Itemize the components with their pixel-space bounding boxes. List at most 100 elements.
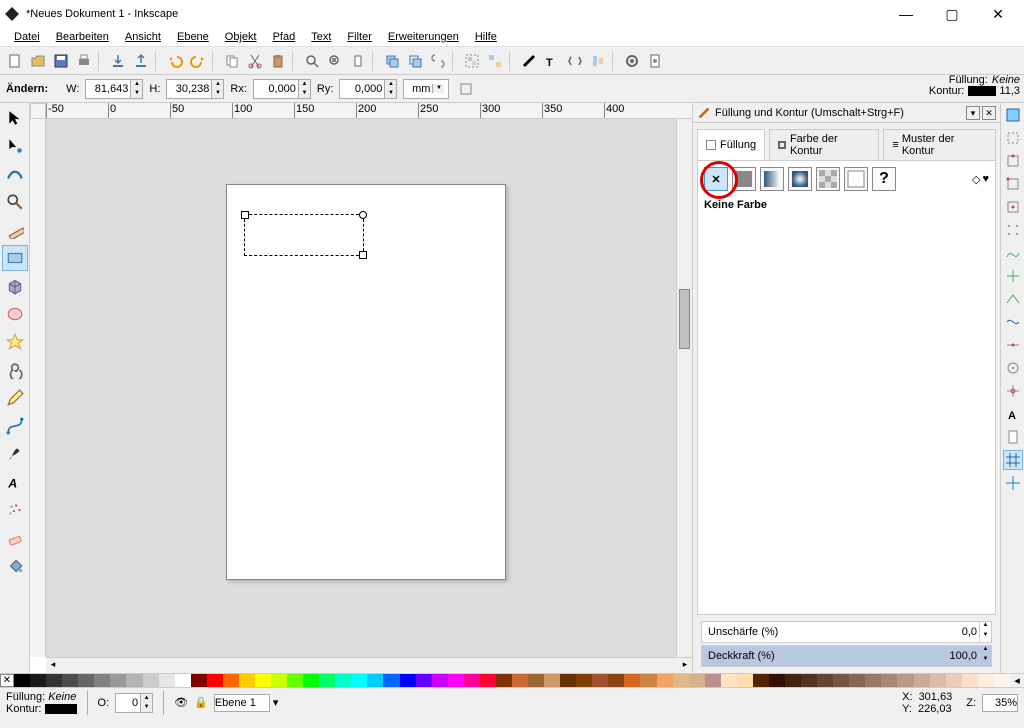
palette-swatch[interactable] <box>303 674 319 687</box>
palette-swatch[interactable] <box>239 674 255 687</box>
prefs-icon[interactable] <box>621 50 643 72</box>
snap-rotation-icon[interactable] <box>1003 381 1023 401</box>
unit-select[interactable]: ▼ <box>403 79 449 99</box>
snap-bbox-icon[interactable] <box>1003 128 1023 148</box>
spray-tool-icon[interactable] <box>2 497 28 523</box>
palette-swatch[interactable] <box>175 674 191 687</box>
palette-swatch[interactable] <box>705 674 721 687</box>
snap-bbox-edge-icon[interactable] <box>1003 151 1023 171</box>
palette-swatch[interactable] <box>946 674 962 687</box>
eraser-tool-icon[interactable] <box>2 525 28 551</box>
ruler-vertical[interactable] <box>30 119 46 657</box>
height-input[interactable]: ▲▼ <box>166 79 224 99</box>
print-icon[interactable] <box>73 50 95 72</box>
tab-stroke-style[interactable]: ≡Muster der Kontur <box>883 129 996 160</box>
palette-swatch[interactable] <box>464 674 480 687</box>
open-icon[interactable] <box>27 50 49 72</box>
resize-handle-br[interactable] <box>359 251 367 259</box>
drawn-rectangle[interactable] <box>244 214 364 256</box>
menu-objekt[interactable]: Objekt <box>219 31 263 43</box>
undo-icon[interactable] <box>164 50 186 72</box>
status-fill-stroke[interactable]: Füllung: Keine Kontur: <box>6 691 77 715</box>
menu-bearbeiten[interactable]: Bearbeiten <box>50 31 115 43</box>
paste-icon[interactable] <box>267 50 289 72</box>
fill-dialog-icon[interactable] <box>518 50 540 72</box>
bezier-tool-icon[interactable] <box>2 413 28 439</box>
snap-node-icon[interactable] <box>1003 220 1023 240</box>
ry-input[interactable]: ▲▼ <box>339 79 397 99</box>
opacity-slider[interactable]: Deckkraft (%) 100,0 ▲▼ <box>701 645 992 667</box>
palette-swatch[interactable] <box>849 674 865 687</box>
reset-corner-icon[interactable] <box>455 78 477 100</box>
palette-swatch[interactable] <box>255 674 271 687</box>
palette-swatch[interactable] <box>833 674 849 687</box>
palette-swatch[interactable] <box>544 674 560 687</box>
close-button[interactable]: ✕ <box>984 6 1012 23</box>
vertical-scrollbar[interactable] <box>676 119 692 657</box>
select-tool-icon[interactable] <box>2 105 28 131</box>
radial-gradient-button[interactable] <box>788 167 812 191</box>
snap-text-icon[interactable]: A <box>1003 404 1023 424</box>
tab-fill[interactable]: Füllung <box>697 129 765 160</box>
snap-grid-icon[interactable] <box>1003 450 1023 470</box>
palette-swatch[interactable] <box>191 674 207 687</box>
palette-swatch[interactable] <box>110 674 126 687</box>
palette-swatch[interactable] <box>914 674 930 687</box>
calligraphy-tool-icon[interactable] <box>2 441 28 467</box>
clone-icon[interactable] <box>404 50 426 72</box>
palette-swatch[interactable] <box>448 674 464 687</box>
palette-swatch[interactable] <box>608 674 624 687</box>
palette-swatch[interactable] <box>592 674 608 687</box>
menu-hilfe[interactable]: Hilfe <box>469 31 503 43</box>
menu-pfad[interactable]: Pfad <box>267 31 302 43</box>
snap-enable-icon[interactable] <box>1003 105 1023 125</box>
palette-swatch[interactable] <box>737 674 753 687</box>
snap-bbox-mid-icon[interactable] <box>1003 197 1023 217</box>
flat-color-button[interactable] <box>732 167 756 191</box>
palette-swatch[interactable] <box>126 674 142 687</box>
palette-swatch[interactable] <box>78 674 94 687</box>
tab-stroke-paint[interactable]: Farbe der Kontur <box>769 129 879 160</box>
palette-swatch[interactable] <box>271 674 287 687</box>
group-icon[interactable] <box>461 50 483 72</box>
snap-intersect-icon[interactable] <box>1003 266 1023 286</box>
linear-gradient-button[interactable] <box>760 167 784 191</box>
ungroup-icon[interactable] <box>484 50 506 72</box>
canvas[interactable] <box>46 119 676 657</box>
palette-swatch[interactable] <box>319 674 335 687</box>
export-icon[interactable] <box>130 50 152 72</box>
text-dialog-icon[interactable]: T <box>541 50 563 72</box>
palette-swatch[interactable] <box>689 674 705 687</box>
cut-icon[interactable] <box>244 50 266 72</box>
menu-text[interactable]: Text <box>305 31 337 43</box>
palette-swatch[interactable] <box>223 674 239 687</box>
palette-swatch[interactable] <box>367 674 383 687</box>
visibility-toggle-icon[interactable]: 👁 <box>174 696 188 709</box>
ruler-horizontal[interactable]: -50050100150200250300350400 <box>46 103 692 119</box>
palette-swatch[interactable] <box>400 674 416 687</box>
ruler-origin[interactable] <box>30 103 46 119</box>
palette-swatch[interactable] <box>30 674 46 687</box>
palette-swatch[interactable] <box>560 674 576 687</box>
zoom-page-icon[interactable] <box>347 50 369 72</box>
palette-swatch[interactable] <box>496 674 512 687</box>
palette-swatch[interactable] <box>528 674 544 687</box>
palette-swatch[interactable] <box>785 674 801 687</box>
palette-swatch[interactable] <box>962 674 978 687</box>
redo-icon[interactable] <box>187 50 209 72</box>
corner-radius-handle[interactable] <box>359 211 367 219</box>
palette-swatch[interactable] <box>721 674 737 687</box>
palette-swatch[interactable] <box>624 674 640 687</box>
palette-swatch[interactable] <box>753 674 769 687</box>
3dbox-tool-icon[interactable] <box>2 273 28 299</box>
palette-swatch[interactable] <box>94 674 110 687</box>
align-icon[interactable] <box>587 50 609 72</box>
palette-swatch[interactable] <box>351 674 367 687</box>
import-icon[interactable] <box>107 50 129 72</box>
ellipse-tool-icon[interactable] <box>2 301 28 327</box>
zoom-fit-icon[interactable] <box>301 50 323 72</box>
palette-swatch[interactable] <box>512 674 528 687</box>
unknown-paint-button[interactable]: ? <box>872 167 896 191</box>
palette-swatch[interactable] <box>994 674 1010 687</box>
palette-swatch[interactable] <box>62 674 78 687</box>
